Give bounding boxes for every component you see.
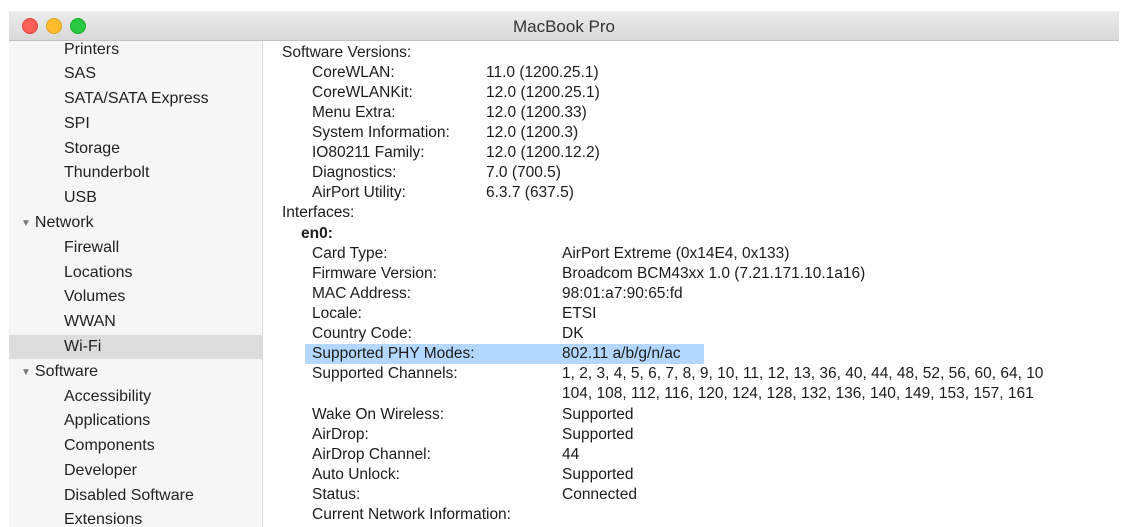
sidebar-item-disabled-software[interactable]: Disabled Software <box>64 484 194 508</box>
sidebar-item-locations[interactable]: Locations <box>64 261 133 285</box>
sidebar-item-sata[interactable]: SATA/SATA Express <box>64 87 209 111</box>
sidebar-item-wwan[interactable]: WWAN <box>64 310 116 334</box>
detail-value: 12.0 (1200.12.2) <box>486 144 600 161</box>
detail-key: AirPort Utility: <box>312 184 406 201</box>
sidebar-item-label: Accessibility <box>64 388 152 405</box>
title-bar: MacBook Pro <box>9 11 1119 41</box>
interface-name: en0: <box>301 225 333 242</box>
sidebar-item-spi[interactable]: SPI <box>64 112 90 136</box>
window-title: MacBook Pro <box>512 17 616 36</box>
detail-key: Menu Extra: <box>312 104 396 121</box>
sidebar[interactable]: Printers SAS SATA/SATA Express SPI Stora… <box>9 41 263 527</box>
detail-key: System Information: <box>312 124 450 141</box>
sidebar-item-label: Applications <box>64 412 151 429</box>
detail-key: AirDrop: <box>312 426 369 443</box>
disclosure-triangle-icon[interactable]: ▼ <box>21 361 31 385</box>
detail-value: 6.3.7 (637.5) <box>486 184 574 201</box>
detail-value: 1, 2, 3, 4, 5, 6, 7, 8, 9, 10, 11, 12, 1… <box>562 365 1044 382</box>
sidebar-item-label: Thunderbolt <box>64 164 150 181</box>
detail-value: 44 <box>562 446 580 463</box>
detail-key: AirDrop Channel: <box>312 446 431 463</box>
sidebar-item-label: Firewall <box>64 239 120 256</box>
detail-value: DK <box>562 325 584 342</box>
sidebar-item-label: Software <box>34 363 99 380</box>
sidebar-group-network[interactable]: ▼ Network <box>21 211 94 235</box>
sidebar-item-wifi[interactable]: Wi-Fi <box>9 335 262 359</box>
detail-key: Supported Channels: <box>312 365 458 382</box>
sidebar-item-volumes[interactable]: Volumes <box>64 285 125 309</box>
sidebar-item-applications[interactable]: Applications <box>64 409 150 433</box>
sidebar-item-label: USB <box>64 189 97 206</box>
sidebar-item-developer[interactable]: Developer <box>64 459 137 483</box>
sidebar-item-label: WWAN <box>64 313 116 330</box>
detail-key: Diagnostics: <box>312 164 397 181</box>
sidebar-group-software[interactable]: ▼ Software <box>21 360 98 384</box>
detail-key: Card Type: <box>312 245 388 262</box>
sidebar-item-thunderbolt[interactable]: Thunderbolt <box>64 161 149 185</box>
detail-value-continued: 104, 108, 112, 116, 120, 124, 128, 132, … <box>562 385 1034 402</box>
detail-value: 7.0 (700.5) <box>486 164 561 181</box>
sidebar-item-printers[interactable]: Printers <box>64 41 119 62</box>
sidebar-item-accessibility[interactable]: Accessibility <box>64 385 151 409</box>
detail-value: 98:01:a7:90:65:fd <box>562 285 683 302</box>
detail-key: IO80211 Family: <box>312 144 425 161</box>
detail-value: Supported <box>562 406 634 423</box>
sidebar-item-label: SATA/SATA Express <box>64 90 209 107</box>
sidebar-item-sas[interactable]: SAS <box>64 62 96 86</box>
detail-value: Supported <box>562 426 634 443</box>
sidebar-item-storage[interactable]: Storage <box>64 137 120 161</box>
sidebar-item-usb[interactable]: USB <box>64 186 97 210</box>
detail-value: Broadcom BCM43xx 1.0 (7.21.171.10.1a16) <box>562 265 866 282</box>
detail-value: 12.0 (1200.25.1) <box>486 84 600 101</box>
sidebar-item-label: Storage <box>64 140 121 157</box>
interfaces-heading: Interfaces: <box>282 204 355 221</box>
detail-key: Auto Unlock: <box>312 466 400 483</box>
sidebar-item-firewall[interactable]: Firewall <box>64 236 119 260</box>
sidebar-item-label: Wi-Fi <box>64 338 102 355</box>
detail-key: Wake On Wireless: <box>312 406 445 423</box>
detail-value: AirPort Extreme (0x14E4, 0x133) <box>562 245 790 262</box>
sidebar-item-label: Developer <box>64 462 137 479</box>
detail-key: Status: <box>312 486 361 503</box>
detail-value: 12.0 (1200.3) <box>486 124 579 141</box>
detail-value: ETSI <box>562 305 597 322</box>
sidebar-item-label: SAS <box>64 65 97 82</box>
sidebar-item-label: Locations <box>64 264 133 281</box>
sidebar-item-label: Network <box>34 214 94 231</box>
sidebar-item-extensions[interactable]: Extensions <box>64 508 142 527</box>
detail-value: 12.0 (1200.33) <box>486 104 587 121</box>
detail-value: 11.0 (1200.25.1) <box>486 64 599 81</box>
sidebar-item-components[interactable]: Components <box>64 434 155 458</box>
detail-key-selected[interactable]: Supported PHY Modes: <box>312 344 475 364</box>
sidebar-item-label: Extensions <box>64 511 143 527</box>
detail-key: CoreWLAN: <box>312 64 395 81</box>
sidebar-item-label: Disabled Software <box>64 487 194 504</box>
detail-key: Current Network Information: <box>312 506 511 523</box>
detail-key: Firmware Version: <box>312 265 437 282</box>
sidebar-item-label: Printers <box>64 41 120 58</box>
sidebar-item-label: SPI <box>64 115 90 132</box>
software-versions-heading: Software Versions: <box>282 44 412 61</box>
detail-key: Locale: <box>312 305 362 322</box>
disclosure-triangle-icon[interactable]: ▼ <box>21 212 31 236</box>
detail-key: CoreWLANKit: <box>312 84 413 101</box>
sidebar-item-label: Volumes <box>64 288 126 305</box>
detail-key: MAC Address: <box>312 285 412 302</box>
sidebar-item-label: Components <box>64 437 155 454</box>
detail-value: Supported <box>562 466 634 483</box>
detail-value-selected[interactable]: 802.11 a/b/g/n/ac <box>562 344 681 364</box>
detail-pane[interactable]: Software Versions: CoreWLAN: 11.0 (1200.… <box>263 41 1122 527</box>
detail-key: Country Code: <box>312 325 412 342</box>
detail-value: Connected <box>562 486 637 503</box>
